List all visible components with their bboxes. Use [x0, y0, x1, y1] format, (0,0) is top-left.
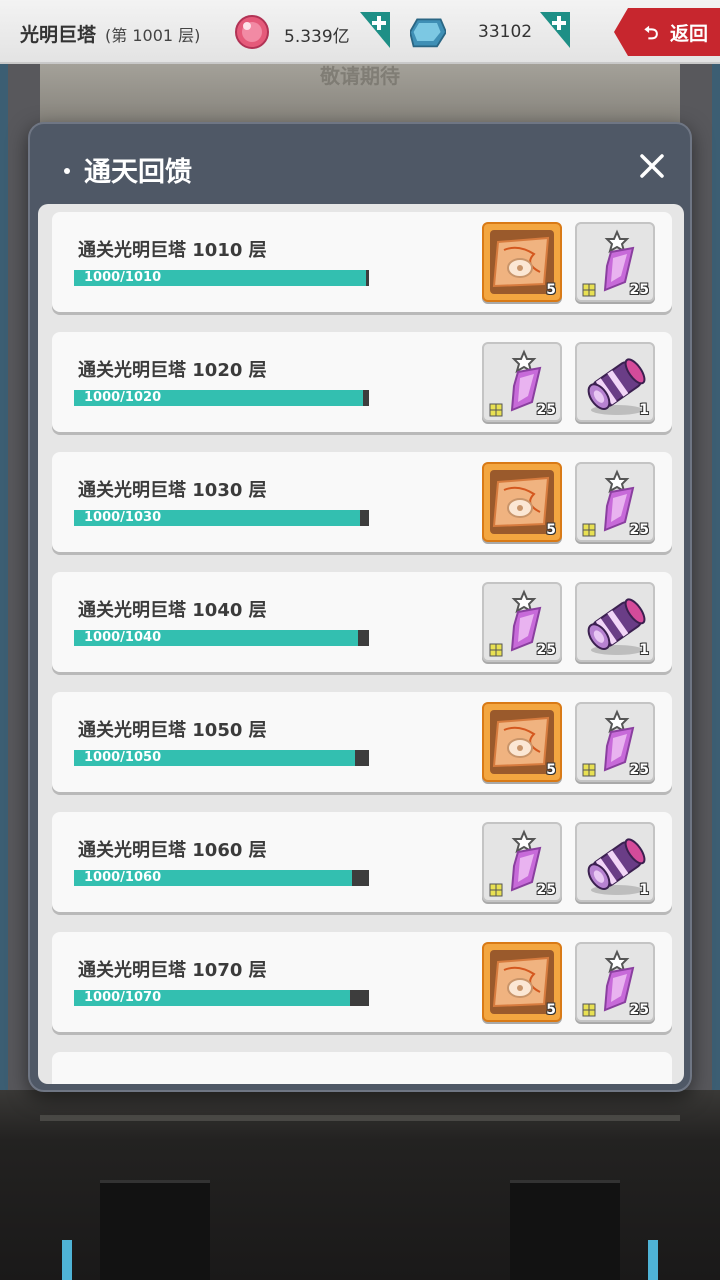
item-quantity: 25 [536, 402, 556, 418]
top-bar: 光明巨塔 (第 1001 层) 5.339亿 33102 ⮌ 返回 [0, 0, 720, 64]
add-orb-button[interactable] [360, 12, 390, 48]
progress-bar: 1000/1030 [74, 510, 369, 526]
reward-row-title: 通关光明巨塔 1060 层 [78, 840, 267, 861]
reward-item[interactable]: 25 [482, 582, 562, 662]
reward-item[interactable]: 1 [575, 822, 655, 902]
currency-gem: 33102 [410, 12, 580, 52]
progress-text: 1000/1040 [84, 630, 162, 645]
reward-item[interactable]: 25 [575, 942, 655, 1022]
currency-orb-value: 5.339亿 [284, 27, 350, 47]
item-quantity: 5 [546, 522, 556, 538]
floor-edge [40, 1115, 680, 1121]
progress-text: 1000/1070 [84, 990, 162, 1005]
progress-text: 1000/1060 [84, 870, 162, 885]
reward-row: 通关光明巨塔 1070 层 1000/1070 5 25 [52, 932, 672, 1032]
left-light [62, 1240, 72, 1280]
reward-row: 通关光明巨塔 1050 层 1000/1050 5 25 [52, 692, 672, 792]
reward-item[interactable]: 25 [482, 822, 562, 902]
reward-row-title: 通关光明巨塔 1040 层 [78, 600, 267, 621]
item-quantity: 1 [639, 402, 649, 418]
back-label: 返回 [670, 22, 709, 45]
progress-text: 1000/1010 [84, 270, 162, 285]
progress-bar: 1000/1020 [74, 390, 369, 406]
item-quantity: 25 [629, 522, 649, 538]
item-quantity: 5 [546, 762, 556, 778]
progress-bar: 1000/1050 [74, 750, 369, 766]
item-quantity: 25 [629, 1002, 649, 1018]
item-quantity: 1 [639, 882, 649, 898]
title-bullet [64, 167, 70, 174]
item-quantity: 5 [546, 1002, 556, 1018]
right-pillar [510, 1180, 620, 1280]
reward-row-title: 通关光明巨塔 1010 层 [78, 240, 267, 261]
close-icon[interactable] [638, 152, 666, 180]
reward-row-title: 通关光明巨塔 1070 层 [78, 960, 267, 981]
reward-item[interactable]: 25 [575, 702, 655, 782]
modal-title: 通天回馈 [64, 150, 192, 189]
progress-text: 1000/1020 [84, 390, 162, 405]
reward-item[interactable]: 1 [575, 582, 655, 662]
currency-orb: 5.339亿 [234, 12, 394, 52]
reward-item[interactable]: 5 [482, 462, 562, 542]
item-quantity: 25 [629, 282, 649, 298]
back-button[interactable]: ⮌ 返回 [614, 8, 720, 56]
reward-item[interactable]: 5 [482, 222, 562, 302]
reward-item[interactable]: 25 [575, 222, 655, 302]
return-arrow-icon: ⮌ [644, 23, 659, 44]
progress-bar: 1000/1040 [74, 630, 369, 646]
item-quantity: 5 [546, 282, 556, 298]
floor-label: (第 1001 层) [105, 26, 201, 45]
reward-modal: 通天回馈 通关光明巨塔 1010 层 1000/1010 5 25 通关光明巨塔 102… [28, 122, 692, 1092]
currency-gem-value: 33102 [478, 22, 533, 42]
reward-item[interactable]: 1 [575, 342, 655, 422]
reward-list[interactable]: 通关光明巨塔 1010 层 1000/1010 5 25 通关光明巨塔 1020 层 10… [38, 204, 684, 1084]
progress-text: 1000/1030 [84, 510, 162, 525]
progress-bar: 1000/1060 [74, 870, 369, 886]
reward-row-title: 通关光明巨塔 1030 层 [78, 480, 267, 501]
progress-bar: 1000/1070 [74, 990, 369, 1006]
left-pillar [100, 1180, 210, 1280]
progress-bar: 1000/1010 [74, 270, 369, 286]
reward-row: 通关光明巨塔 1060 层 1000/1060 25 1 [52, 812, 672, 912]
reward-item[interactable]: 25 [575, 462, 655, 542]
reward-row: 通关光明巨塔 1030 层 1000/1030 5 25 [52, 452, 672, 552]
reward-item[interactable]: 5 [482, 702, 562, 782]
pink-orb-icon [235, 15, 269, 49]
item-quantity: 1 [639, 642, 649, 658]
reward-item[interactable]: 25 [482, 342, 562, 422]
background-title: 敬请期待 [320, 64, 400, 88]
reward-row: 通关光明巨塔 1040 层 1000/1040 25 1 [52, 572, 672, 672]
reward-row: 通关光明巨塔 1020 层 1000/1020 25 1 [52, 332, 672, 432]
reward-row-title: 通关光明巨塔 1020 层 [78, 360, 267, 381]
list-item-partial [52, 1052, 672, 1084]
modal-title-text: 通天回馈 [84, 157, 192, 188]
item-quantity: 25 [629, 762, 649, 778]
tower-title: 光明巨塔 [20, 24, 97, 46]
reward-row: 通关光明巨塔 1010 层 1000/1010 5 25 [52, 212, 672, 312]
progress-text: 1000/1050 [84, 750, 162, 765]
blue-gem-icon [410, 18, 446, 48]
right-light [648, 1240, 658, 1280]
reward-item[interactable]: 5 [482, 942, 562, 1022]
item-quantity: 25 [536, 642, 556, 658]
add-gem-button[interactable] [540, 12, 570, 48]
reward-row-title: 通关光明巨塔 1050 层 [78, 720, 267, 741]
item-quantity: 25 [536, 882, 556, 898]
